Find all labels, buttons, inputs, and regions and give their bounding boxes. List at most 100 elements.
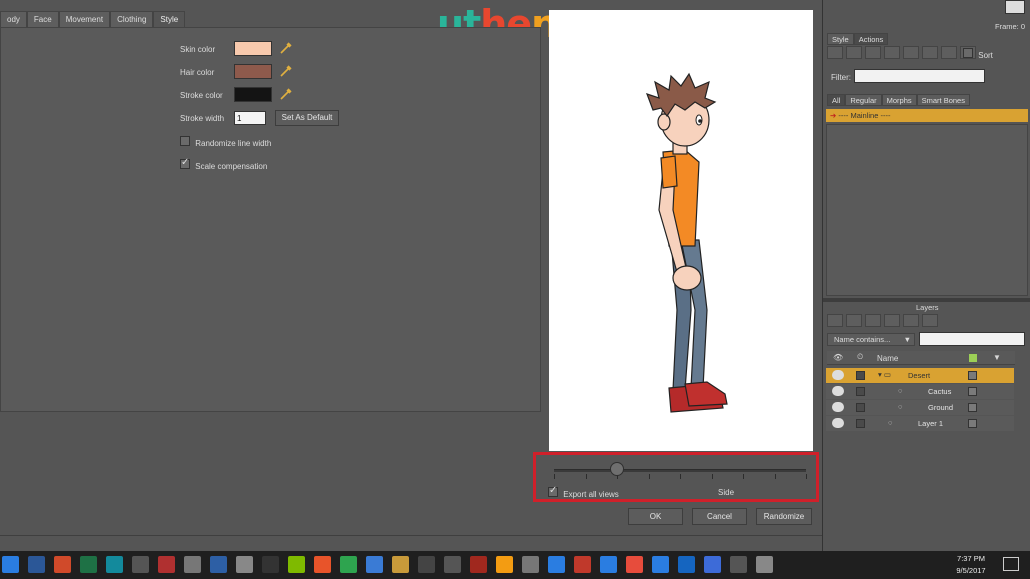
eye-icon[interactable] [832, 386, 844, 396]
tab-style[interactable]: Style [153, 11, 186, 27]
skin-color-swatch[interactable] [234, 41, 272, 56]
taskbar-app-icon[interactable] [522, 556, 539, 573]
add-action-icon[interactable] [922, 46, 938, 59]
taskbar-app-icon[interactable] [730, 556, 747, 573]
export-all-views-checkbox[interactable] [548, 485, 558, 497]
timeline-scrollbar[interactable] [0, 535, 822, 551]
taskbar-app-icon[interactable] [392, 556, 409, 573]
taskbar-app-icon[interactable] [548, 556, 565, 573]
layer-color-chip[interactable] [968, 419, 977, 428]
clock[interactable]: 7:37 PM 9/5/2017 [944, 554, 998, 575]
layer-lock-toggle[interactable] [856, 403, 865, 412]
randomize-button[interactable]: Randomize [756, 508, 812, 525]
randomize-line-width-row[interactable]: Randomize line width [180, 136, 271, 148]
tab-actions[interactable]: Actions [853, 33, 889, 45]
taskbar-app-icon[interactable] [262, 556, 279, 573]
taskbar-app-icon[interactable] [236, 556, 253, 573]
taskbar-app-icon[interactable] [340, 556, 357, 573]
folder-layer-icon[interactable] [865, 314, 881, 327]
taskbar-app-icon[interactable] [574, 556, 591, 573]
tab-style-panel[interactable]: Style [827, 33, 854, 45]
delete-action-icon[interactable] [903, 46, 919, 59]
layer-row[interactable]: ◌ Cactus [826, 384, 1014, 399]
taskbar-app-icon[interactable] [444, 556, 461, 573]
new-layer-icon[interactable] [827, 314, 843, 327]
tab-regular[interactable]: Regular [845, 94, 882, 106]
tab-body[interactable]: ody [0, 11, 27, 27]
taskbar-app-icon[interactable] [496, 556, 513, 573]
taskbar-app-icon[interactable] [158, 556, 175, 573]
eyedropper-icon[interactable] [279, 64, 293, 78]
cancel-button[interactable]: Cancel [692, 508, 747, 525]
scale-compensation-row[interactable]: Scale compensation [180, 157, 267, 171]
view-slider-thumb[interactable] [610, 462, 624, 476]
tab-face[interactable]: Face [26, 11, 59, 27]
taskbar-app-icon[interactable] [314, 556, 331, 573]
duplicate-layer-icon[interactable] [846, 314, 862, 327]
tab-clothing[interactable]: Clothing [110, 11, 154, 27]
actions-list[interactable] [826, 124, 1028, 296]
layer-row[interactable]: ◌ Ground [826, 400, 1014, 415]
layer-search-input[interactable] [919, 332, 1025, 346]
set-as-default-button[interactable]: Set As Default [275, 110, 339, 126]
taskbar-app-icon[interactable] [704, 556, 721, 573]
taskbar-app-icon[interactable] [626, 556, 643, 573]
layer-settings-icon[interactable] [922, 314, 938, 327]
tab-movement[interactable]: Movement [58, 11, 111, 27]
layer-lock-toggle[interactable] [856, 371, 865, 380]
tab-smart-bones[interactable]: Smart Bones [916, 94, 970, 106]
name-contains-dropdown[interactable]: Name contains... ▼ [827, 333, 915, 346]
taskbar-app-icon[interactable] [184, 556, 201, 573]
eyedropper-icon[interactable] [279, 41, 293, 55]
taskbar-app-icon[interactable] [132, 556, 149, 573]
taskbar-app-icon[interactable] [54, 556, 71, 573]
eye-icon[interactable] [832, 418, 844, 428]
layer-lock-toggle[interactable] [856, 419, 865, 428]
sort-row[interactable]: Sort [963, 48, 993, 60]
taskbar-app-icon[interactable] [418, 556, 435, 573]
taskbar-app-icon[interactable] [470, 556, 487, 573]
insert-action-icon[interactable] [865, 46, 881, 59]
taskbar-app-icon[interactable] [652, 556, 669, 573]
scale-compensation-checkbox[interactable] [180, 157, 190, 169]
layer-lock-toggle[interactable] [856, 387, 865, 396]
taskbar-app-icon[interactable] [2, 556, 19, 573]
new-action-icon[interactable] [827, 46, 843, 59]
eyedropper-icon[interactable] [279, 87, 293, 101]
notifications-icon[interactable] [1003, 557, 1019, 571]
eye-icon[interactable] [832, 402, 844, 412]
tab-morphs[interactable]: Morphs [881, 94, 917, 106]
taskbar-app-icon[interactable] [600, 556, 617, 573]
more-options-icon[interactable] [903, 314, 919, 327]
layer-row[interactable]: ▾ ▭ Desert [826, 368, 1014, 383]
duplicate-action-icon[interactable] [846, 46, 862, 59]
layer-color-chip[interactable] [968, 371, 977, 380]
taskbar-app-icon[interactable] [106, 556, 123, 573]
stroke-color-swatch[interactable] [234, 87, 272, 102]
delete-layer-icon[interactable] [884, 314, 900, 327]
mainline-row[interactable]: ➔ ---- Mainline ---- [826, 109, 1028, 122]
taskbar-app-icon[interactable] [28, 556, 45, 573]
filter-input[interactable] [854, 69, 985, 83]
chevron-down-icon[interactable]: ▼ [993, 353, 1001, 362]
taskbar-app-icon[interactable] [756, 556, 773, 573]
panel-divider[interactable] [823, 298, 1030, 302]
view-slider-track[interactable] [554, 469, 806, 472]
stroke-width-input[interactable]: 1 [234, 111, 266, 125]
taskbar-app-icon[interactable] [678, 556, 695, 573]
sort-checkbox[interactable] [963, 48, 973, 58]
randomize-line-width-checkbox[interactable] [180, 136, 190, 146]
taskbar-app-icon[interactable] [80, 556, 97, 573]
taskbar-app-icon[interactable] [210, 556, 227, 573]
import-action-icon[interactable] [941, 46, 957, 59]
layer-color-chip[interactable] [968, 387, 977, 396]
export-all-views-row[interactable]: Export all views [548, 485, 619, 499]
hair-color-swatch[interactable] [234, 64, 272, 79]
taskbar-app-icon[interactable] [366, 556, 383, 573]
panel-layout-icon[interactable] [1005, 0, 1025, 14]
taskbar-app-icon[interactable] [288, 556, 305, 573]
copy-action-icon[interactable] [884, 46, 900, 59]
ok-button[interactable]: OK [628, 508, 683, 525]
eye-icon[interactable] [832, 370, 844, 380]
tab-all[interactable]: All [827, 94, 846, 106]
